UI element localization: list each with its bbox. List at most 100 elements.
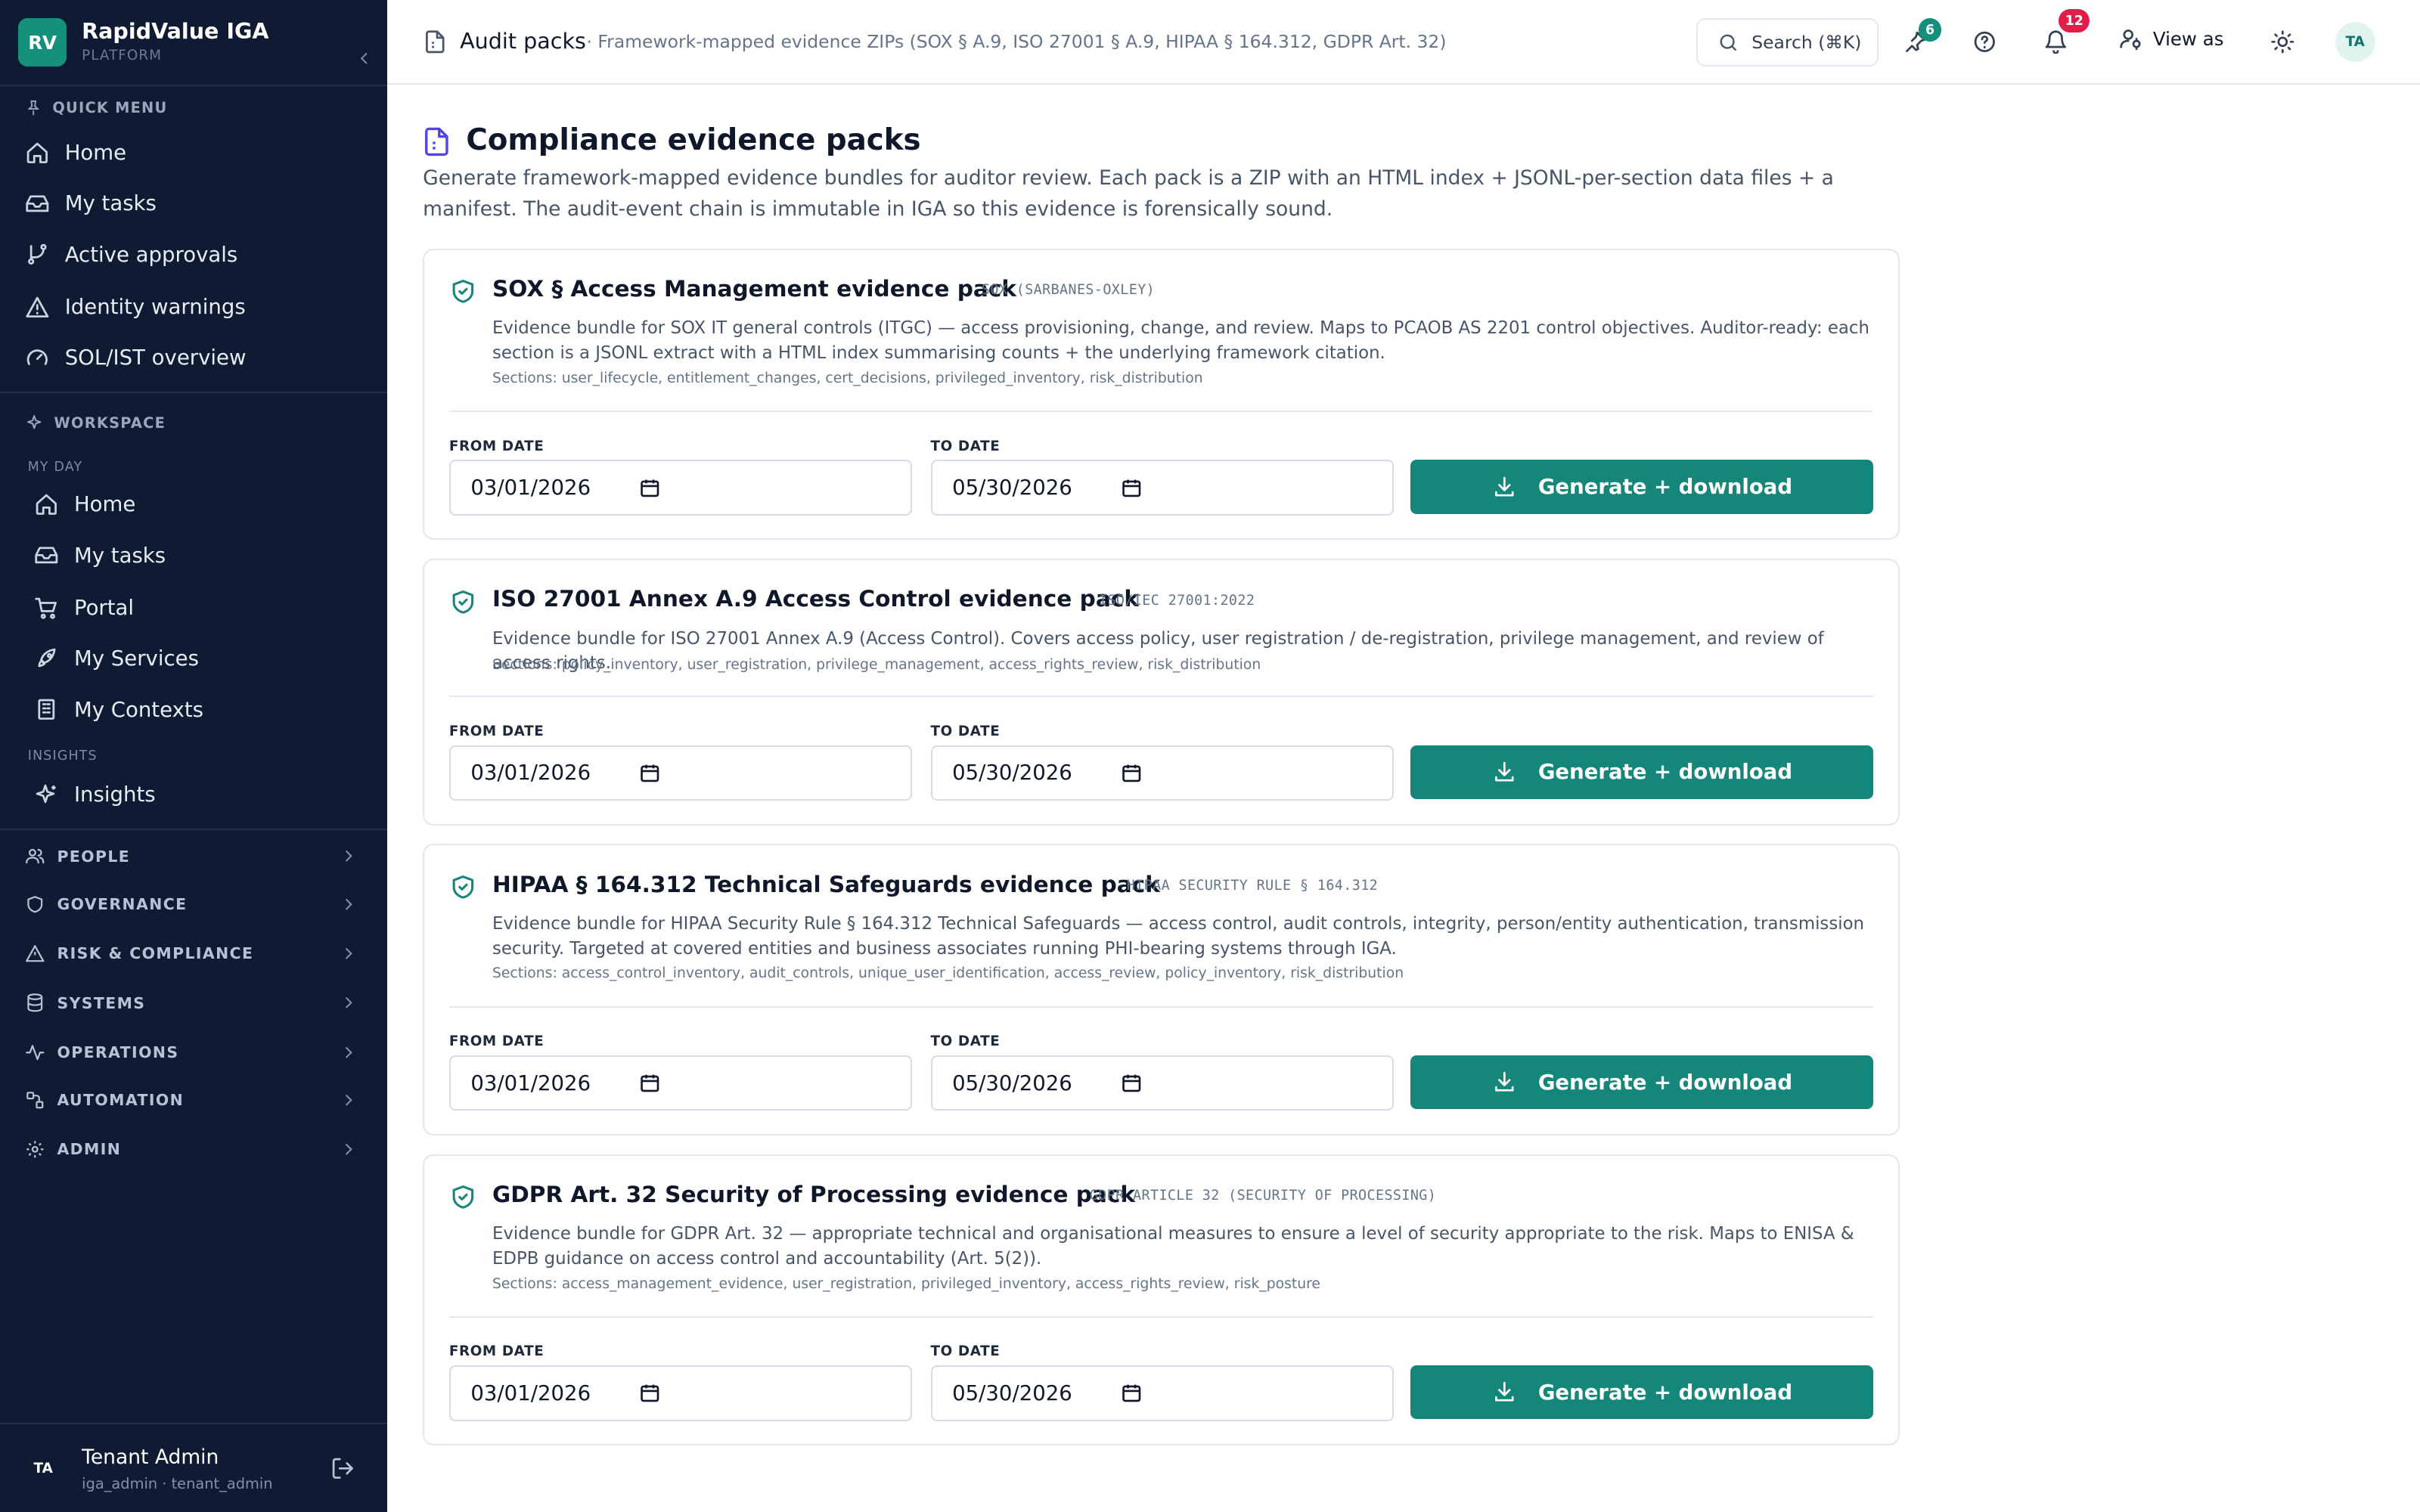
sidebar-group-governance[interactable]: GOVERNANCE	[25, 889, 365, 920]
pack-sections: Sections: access_management_evidence, us…	[492, 1275, 1320, 1292]
search-icon	[1720, 34, 1737, 51]
generate-download-button[interactable]: Generate + download	[1410, 1055, 1874, 1110]
user-name: Tenant Admin	[82, 1445, 219, 1470]
theme-toggle[interactable]	[2264, 23, 2301, 60]
generate-download-button[interactable]: Generate + download	[1410, 460, 1874, 514]
pack-description: Evidence bundle for SOX IT general contr…	[492, 318, 1869, 363]
chevron-right-icon	[346, 997, 352, 1009]
avatar[interactable]: TA	[2335, 21, 2375, 62]
download-icon	[1494, 761, 1514, 782]
sidebar-item-my-tasks[interactable]: My tasks	[34, 535, 374, 575]
to-date-input[interactable]: 05/30/2026	[930, 745, 1394, 801]
download-icon	[1494, 1071, 1514, 1092]
chevron-right-icon	[346, 948, 352, 959]
brand-logo: RV	[18, 18, 67, 67]
divider	[0, 85, 388, 87]
home-icon	[36, 494, 57, 515]
download-icon	[1494, 1382, 1514, 1402]
to-date-input[interactable]: 05/30/2026	[930, 460, 1394, 516]
database-icon	[26, 993, 42, 1012]
view-as-button[interactable]: View as	[2119, 26, 2223, 51]
avatar: TA	[33, 1461, 53, 1477]
framework-tag: GDPR ARTICLE 32 (SECURITY OF PROCESSING)	[1089, 1188, 1437, 1204]
from-date-input[interactable]: 03/01/2026	[448, 745, 913, 801]
generate-download-button[interactable]: Generate + download	[1410, 1365, 1874, 1420]
user-block[interactable]: TA Tenant Admin iga_admin · tenant_admin	[0, 1422, 388, 1512]
shield-check-icon	[452, 875, 473, 899]
workflow-icon	[26, 1092, 43, 1109]
sidebar-group-operations[interactable]: OPERATIONS	[25, 1036, 365, 1067]
sidebar-item-my-services[interactable]: My Services	[34, 639, 374, 679]
people-icon	[25, 849, 45, 864]
page-breadcrumb-subtitle: · Framework-mapped evidence ZIPs (SOX § …	[586, 30, 1447, 52]
calendar-icon[interactable]	[1121, 1382, 1143, 1404]
calendar-icon[interactable]	[639, 1072, 661, 1094]
page-breadcrumb-title: Audit packs	[460, 27, 586, 54]
shield-check-icon	[452, 590, 473, 614]
brand[interactable]: RV RapidValue IGA PLATFORM	[18, 18, 370, 67]
gear-icon	[26, 1141, 43, 1158]
calendar-icon[interactable]	[639, 1382, 661, 1404]
quick-item-home[interactable]: Home	[25, 133, 365, 173]
sparkle-icon	[36, 784, 56, 803]
to-date-label: TO DATE	[930, 723, 1001, 740]
sidebar-group-people[interactable]: PEOPLE	[25, 841, 365, 872]
quick-item-identity-warnings[interactable]: Identity warnings	[25, 287, 365, 327]
to-date-input[interactable]: 05/30/2026	[930, 1365, 1394, 1421]
pack-description: Evidence bundle for HIPAA Security Rule …	[492, 914, 1865, 959]
from-date-input[interactable]: 03/01/2026	[448, 460, 913, 516]
pack-title: HIPAA § 164.312 Technical Safeguards evi…	[492, 872, 1160, 897]
collapse-sidebar-button[interactable]	[350, 45, 378, 73]
quick-menu-label: QUICK MENU	[25, 99, 168, 116]
page-title: Compliance evidence packs	[466, 123, 921, 158]
pack-card-gdpr: GDPR Art. 32 Security of Processing evid…	[423, 1154, 1900, 1446]
sparkle-icon	[26, 414, 42, 429]
shield-check-icon	[452, 1185, 473, 1209]
sidebar-item-insights[interactable]: Insights	[34, 774, 374, 814]
to-date-input[interactable]: 05/30/2026	[930, 1055, 1394, 1111]
logout-button[interactable]	[330, 1456, 355, 1487]
user-switch-icon	[2120, 29, 2141, 50]
topbar: Audit packs · Framework-mapped evidence …	[387, 0, 2420, 85]
search-button[interactable]: Search (⌘K)	[1696, 18, 1879, 67]
divider	[448, 410, 1874, 412]
from-date-input[interactable]: 03/01/2026	[448, 1365, 913, 1421]
my-day-label: MY DAY	[27, 460, 83, 476]
help-button[interactable]	[1966, 23, 2003, 60]
pack-sections: Sections: user_lifecycle, entitlement_ch…	[492, 370, 1203, 386]
sidebar-item-portal[interactable]: Portal	[34, 588, 374, 628]
calendar-icon[interactable]	[1121, 762, 1143, 784]
quick-item-sol-ist-overview[interactable]: SOL/IST overview	[25, 338, 365, 378]
sidebar-group-risk-compliance[interactable]: RISK & COMPLIANCE	[25, 938, 365, 969]
sidebar-group-admin[interactable]: ADMIN	[25, 1134, 365, 1165]
bell-icon	[2045, 30, 2066, 54]
sidebar-group-systems[interactable]: SYSTEMS	[25, 987, 365, 1018]
calendar-icon[interactable]	[639, 762, 661, 784]
pack-sections: Sections: access_control_inventory, audi…	[492, 965, 1404, 982]
quick-item-active-approvals[interactable]: Active approvals	[25, 234, 365, 274]
sidebar-item-my-contexts[interactable]: My Contexts	[34, 689, 374, 730]
sidebar-group-automation[interactable]: AUTOMATION	[25, 1085, 365, 1116]
gauge-icon	[26, 349, 48, 365]
file-archive-icon	[426, 30, 445, 54]
chevron-right-icon	[346, 898, 352, 910]
generate-download-button[interactable]: Generate + download	[1410, 745, 1874, 800]
help-icon	[1974, 31, 1996, 52]
page-description: Generate framework-mapped evidence bundl…	[423, 166, 1834, 222]
brand-name: RapidValue IGA	[82, 18, 269, 45]
sidebar-item-home[interactable]: Home	[34, 485, 374, 525]
from-date-input[interactable]: 03/01/2026	[448, 1055, 913, 1111]
pinned-count-badge: 6	[1918, 18, 1942, 42]
to-date-label: TO DATE	[930, 1343, 1001, 1360]
pack-card-sox: SOX § Access Management evidence pack SO…	[423, 248, 1900, 541]
calendar-icon[interactable]	[1121, 477, 1143, 499]
divider	[448, 696, 1874, 698]
framework-tag: SOX (SARBANES-OXLEY)	[981, 282, 1156, 299]
calendar-icon[interactable]	[1121, 1072, 1143, 1094]
chevron-right-icon	[346, 1094, 352, 1106]
calendar-icon[interactable]	[639, 477, 661, 499]
pulse-icon	[25, 1044, 45, 1060]
quick-item-my-tasks[interactable]: My tasks	[25, 184, 365, 224]
warning-icon	[25, 945, 45, 962]
chevron-right-icon	[346, 1144, 352, 1155]
